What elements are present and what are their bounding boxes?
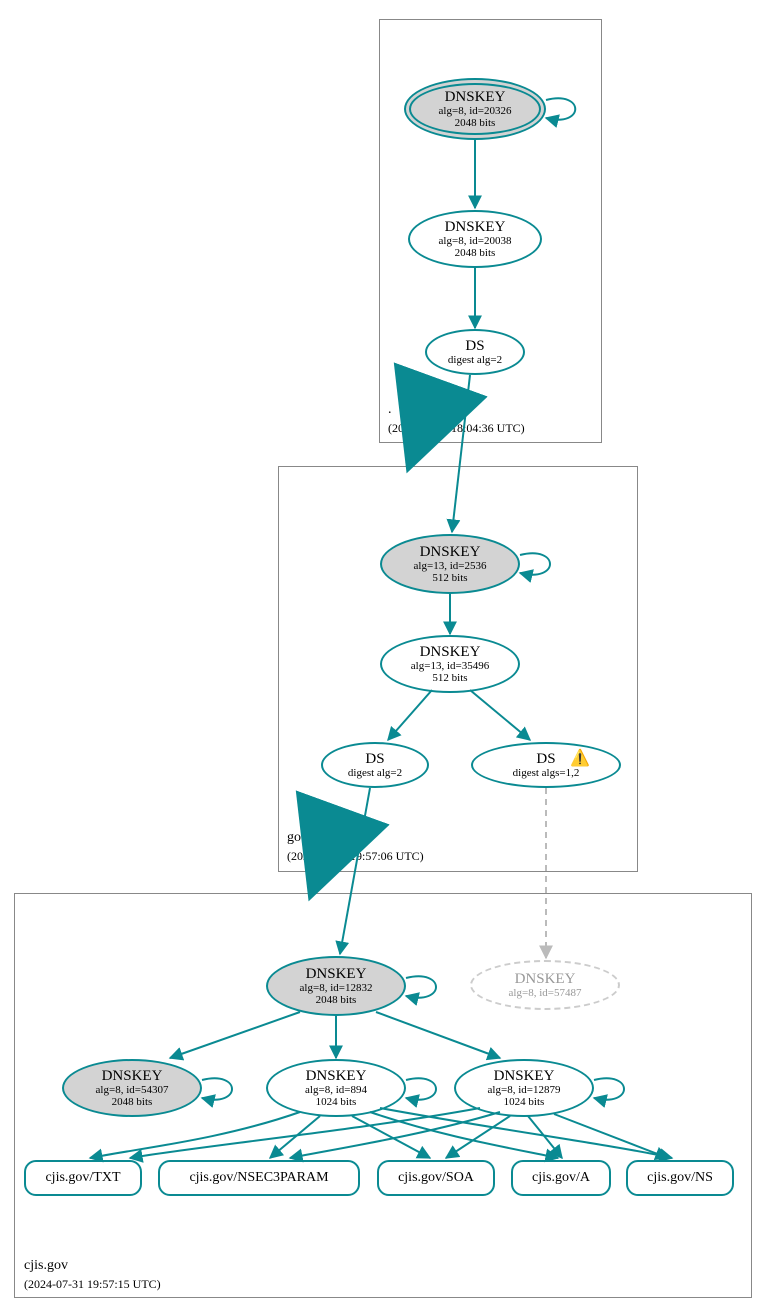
label: DNSKEY	[420, 544, 481, 561]
line2: 2048 bits	[112, 1096, 153, 1108]
rrset-soa: cjis.gov/SOA	[377, 1160, 495, 1196]
node-root-ksk: DNSKEY alg=8, id=20326 2048 bits	[404, 78, 546, 140]
line1: alg=13, id=2536	[414, 560, 487, 572]
line2: 512 bits	[432, 672, 467, 684]
line2: 1024 bits	[316, 1096, 357, 1108]
node-cjis-k2: DNSKEY alg=8, id=54307 2048 bits	[62, 1059, 202, 1117]
line1: alg=8, id=54307	[96, 1084, 169, 1096]
label: DS	[536, 751, 555, 768]
rrset-nsec3: cjis.gov/NSEC3PARAM	[158, 1160, 360, 1196]
node-cjis-ghost: DNSKEY alg=8, id=57487	[470, 960, 620, 1010]
line1: alg=8, id=12832	[300, 982, 373, 994]
label: cjis.gov/TXT	[45, 1170, 120, 1186]
node-root-zsk: DNSKEY alg=8, id=20038 2048 bits	[408, 210, 542, 268]
node-cjis-k4: DNSKEY alg=8, id=12879 1024 bits	[454, 1059, 594, 1117]
line2: 2048 bits	[455, 247, 496, 259]
label: DNSKEY	[306, 966, 367, 983]
rrset-a: cjis.gov/A	[511, 1160, 611, 1196]
line1: digest algs=1,2	[513, 767, 580, 779]
node-gov-ksk: DNSKEY alg=13, id=2536 512 bits	[380, 534, 520, 594]
label: DS	[465, 338, 484, 355]
warning-icon: ⚠️	[570, 748, 590, 768]
line1: alg=8, id=894	[305, 1084, 367, 1096]
node-cjis-ksk: DNSKEY alg=8, id=12832 2048 bits	[266, 956, 406, 1016]
label: cjis.gov/SOA	[398, 1170, 474, 1186]
label: DNSKEY	[515, 971, 576, 988]
label: DS	[365, 751, 384, 768]
line2: 1024 bits	[504, 1096, 545, 1108]
node-gov-zsk: DNSKEY alg=13, id=35496 512 bits	[380, 635, 520, 693]
label: cjis.gov/NSEC3PARAM	[189, 1170, 328, 1186]
label: DNSKEY	[420, 644, 481, 661]
line1: alg=8, id=20326	[439, 105, 512, 117]
label: DNSKEY	[102, 1068, 163, 1085]
rrset-ns: cjis.gov/NS	[626, 1160, 734, 1196]
zone-root-ts: (2024-07-31 18:04:36 UTC)	[388, 421, 525, 436]
label: cjis.gov/NS	[647, 1170, 713, 1186]
line1: alg=8, id=57487	[509, 987, 582, 999]
label: DNSKEY	[306, 1068, 367, 1085]
line1: alg=13, id=35496	[411, 660, 489, 672]
node-gov-ds1: DS digest alg=2	[321, 742, 429, 788]
label: cjis.gov/A	[532, 1170, 590, 1186]
line1: alg=8, id=12879	[488, 1084, 561, 1096]
zone-cjis-name: cjis.gov	[24, 1258, 68, 1274]
zone-root-name: .	[388, 402, 392, 418]
zone-gov-ts: (2024-07-31 19:57:06 UTC)	[287, 849, 424, 864]
node-root-ds: DS digest alg=2	[425, 329, 525, 375]
line1: digest alg=2	[348, 767, 402, 779]
node-gov-ds2: DS digest algs=1,2	[471, 742, 621, 788]
line2: 2048 bits	[316, 994, 357, 1006]
label: DNSKEY	[445, 219, 506, 236]
label: DNSKEY	[445, 89, 506, 106]
line2: 512 bits	[432, 572, 467, 584]
label: DNSKEY	[494, 1068, 555, 1085]
zone-cjis-ts: (2024-07-31 19:57:15 UTC)	[24, 1277, 161, 1292]
node-cjis-k3: DNSKEY alg=8, id=894 1024 bits	[266, 1059, 406, 1117]
rrset-txt: cjis.gov/TXT	[24, 1160, 142, 1196]
line2: 2048 bits	[455, 117, 496, 129]
line1: digest alg=2	[448, 354, 502, 366]
line1: alg=8, id=20038	[439, 235, 512, 247]
zone-gov-name: gov	[287, 830, 308, 846]
